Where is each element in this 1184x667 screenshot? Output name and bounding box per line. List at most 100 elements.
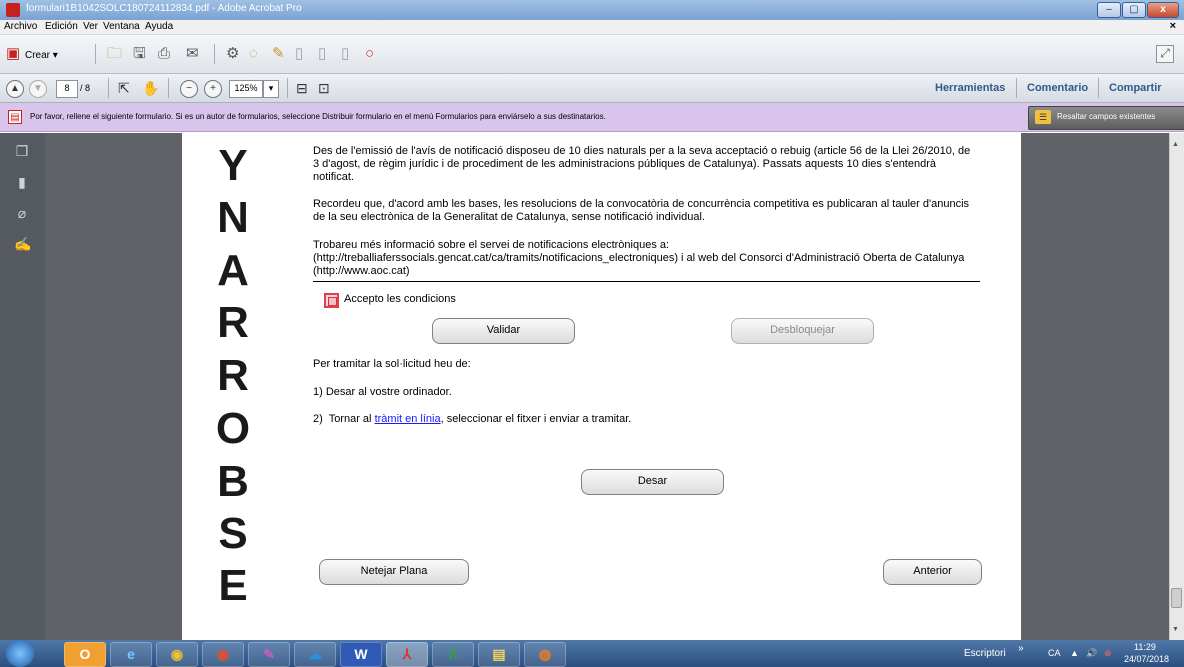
- toolbar-divider: [287, 78, 288, 98]
- toolbar-divider: [1098, 78, 1099, 98]
- record-icon[interactable]: ○: [365, 45, 374, 63]
- current-page-input[interactable]: 8: [56, 80, 78, 98]
- menu-ver[interactable]: Ver: [83, 21, 98, 32]
- attachments-icon[interactable]: ⌀: [14, 205, 30, 222]
- watermark-letter: R: [217, 351, 249, 400]
- previous-page-icon[interactable]: ▲: [6, 80, 24, 98]
- outlook-taskbar-icon[interactable]: O: [64, 642, 106, 667]
- zoom-input[interactable]: 125%: [229, 80, 263, 98]
- watermark-letter: O: [215, 404, 251, 453]
- menu-ayuda[interactable]: Ayuda: [145, 21, 173, 32]
- instruction-step-1: 1) Desar al vostre ordinador.: [313, 386, 452, 398]
- close-document-icon[interactable]: ×: [1170, 20, 1176, 32]
- full-screen-icon[interactable]: ⊡: [318, 79, 330, 97]
- file-explorer-taskbar-icon[interactable]: ▤: [478, 642, 520, 667]
- acrobat-app-icon: [6, 3, 20, 17]
- firefox-taskbar-icon[interactable]: ◍: [524, 642, 566, 667]
- share-link[interactable]: Compartir: [1109, 82, 1162, 94]
- excel-taskbar-icon[interactable]: X: [432, 642, 474, 667]
- email-icon[interactable]: ✉: [186, 45, 199, 63]
- accept-conditions-checkbox[interactable]: [324, 293, 339, 308]
- open-folder-icon[interactable]: 🗀: [107, 45, 122, 63]
- previous-button[interactable]: Anterior: [883, 559, 982, 585]
- step-2-prefix: 2) Tornar al: [313, 413, 375, 425]
- zoom-in-icon[interactable]: +: [204, 80, 222, 98]
- menu-ventana[interactable]: Ventana: [103, 21, 140, 32]
- scroll-up-icon[interactable]: ▲: [1172, 141, 1179, 148]
- menu-archivo[interactable]: Archivo: [4, 21, 37, 32]
- watermark-letter: A: [217, 246, 249, 295]
- fit-page-icon[interactable]: ⊟: [296, 79, 308, 97]
- zoom-out-icon[interactable]: −: [180, 80, 198, 98]
- clear-page-button[interactable]: Netejar Plana: [319, 559, 469, 585]
- instruction-step-2: 2) Tornar al tràmit en línia, selecciona…: [313, 413, 631, 425]
- scroll-thumb[interactable]: [1171, 588, 1182, 608]
- toolbar-divider: [108, 78, 109, 98]
- unlock-button[interactable]: Desbloquejar: [731, 318, 874, 344]
- toolbar-divider: [168, 78, 169, 98]
- chevron-icon[interactable]: »: [1018, 643, 1024, 654]
- highlight-icon[interactable]: ✎: [272, 45, 285, 63]
- form-info-bar: ▤ Por favor, rellene el siguiente formul…: [0, 103, 1184, 132]
- navigation-toolbar: ▲ ▼ 8 / 8 ⇱ ✋ − + 125% ▾ ⊟ ⊡ Herramienta…: [0, 74, 1184, 103]
- form-icon: ▤: [8, 110, 22, 124]
- volume-icon[interactable]: 🔊: [1086, 648, 1097, 659]
- paint-taskbar-icon[interactable]: ✎: [248, 642, 290, 667]
- page-tool2-icon[interactable]: ▯: [318, 45, 326, 63]
- print-icon[interactable]: ⎙: [158, 45, 170, 63]
- form-info-message: Por favor, rellene el siguiente formular…: [30, 112, 606, 121]
- highlight-fields-label: Resaltar campos existentes: [1057, 112, 1156, 121]
- expand-icon[interactable]: ⤢: [1156, 45, 1174, 63]
- network-icon[interactable]: ⊗: [1104, 648, 1112, 659]
- page-tool-icon[interactable]: ▯: [295, 45, 303, 63]
- toolbar-divider: [1016, 78, 1017, 98]
- word-taskbar-icon[interactable]: W: [340, 642, 382, 667]
- comment-link[interactable]: Comentario: [1027, 82, 1088, 94]
- notification-paragraph: Des de l'emissió de l'avís de notificaci…: [313, 145, 971, 183]
- window-title: formulari1B1042SOLC180724112834.pdf - Ad…: [26, 3, 302, 14]
- onedrive-taskbar-icon[interactable]: ☁: [294, 642, 336, 667]
- settings-icon[interactable]: ⚙: [226, 45, 239, 63]
- comment-icon[interactable]: ◌: [249, 45, 258, 63]
- scroll-down-icon[interactable]: ▼: [1172, 626, 1179, 633]
- acrobat-taskbar-icon[interactable]: ⅄: [386, 642, 428, 667]
- watermark-letter: R: [217, 298, 249, 347]
- pdf-page: Y N A R R O B S E Des de l'emissió de l'…: [182, 133, 1021, 640]
- online-procedure-link[interactable]: tràmit en línia: [375, 413, 441, 425]
- chrome-taskbar-icon[interactable]: ◉: [156, 642, 198, 667]
- select-tool-icon[interactable]: ⇱: [118, 79, 130, 97]
- page-thumbnails-icon[interactable]: ❐: [14, 143, 30, 160]
- validate-button[interactable]: Validar: [432, 318, 575, 344]
- menu-edicion[interactable]: Edición: [45, 21, 78, 32]
- signatures-icon[interactable]: ✍: [14, 236, 31, 253]
- save-form-button[interactable]: Desar: [581, 469, 724, 495]
- watermark-letter: S: [218, 509, 248, 558]
- minimize-button[interactable]: –: [1097, 2, 1121, 18]
- bookmarks-icon[interactable]: ▮: [14, 174, 30, 191]
- internet-explorer-taskbar-icon[interactable]: e: [110, 642, 152, 667]
- start-button[interactable]: [6, 640, 34, 667]
- vertical-scrollbar[interactable]: ▲ ▼: [1169, 133, 1184, 640]
- create-pdf-icon: ▣: [6, 45, 21, 62]
- chrome-taskbar-icon-2[interactable]: ◉: [202, 642, 244, 667]
- clock-date[interactable]: 24/07/2018: [1124, 654, 1169, 664]
- next-page-icon[interactable]: ▼: [29, 80, 47, 98]
- tools-link[interactable]: Herramientas: [935, 82, 1005, 94]
- show-hidden-icons-icon[interactable]: ▲: [1070, 648, 1079, 658]
- clock-time[interactable]: 11:29: [1134, 642, 1156, 652]
- title-bar: formulari1B1042SOLC180724112834.pdf - Ad…: [0, 0, 1184, 20]
- total-pages: / 8: [80, 83, 91, 93]
- highlight-fields-button[interactable]: ☰ Resaltar campos existentes: [1028, 106, 1184, 130]
- watermark-letter: Y: [218, 141, 248, 190]
- hand-tool-icon[interactable]: ✋: [142, 79, 159, 97]
- language-indicator[interactable]: CA: [1048, 648, 1061, 658]
- save-icon[interactable]: 🖫: [133, 45, 146, 63]
- watermark-letter: N: [217, 193, 249, 242]
- info-paragraph: Trobareu més informació sobre el servei …: [313, 239, 965, 277]
- maximize-button[interactable]: ▢: [1122, 2, 1146, 18]
- page-tool3-icon[interactable]: ▯: [341, 45, 349, 63]
- desktop-toolbar-label[interactable]: Escriptori: [964, 648, 1006, 659]
- close-button[interactable]: x: [1147, 2, 1179, 18]
- create-button[interactable]: Crear ▾: [25, 47, 58, 65]
- zoom-dropdown-icon[interactable]: ▾: [263, 80, 279, 98]
